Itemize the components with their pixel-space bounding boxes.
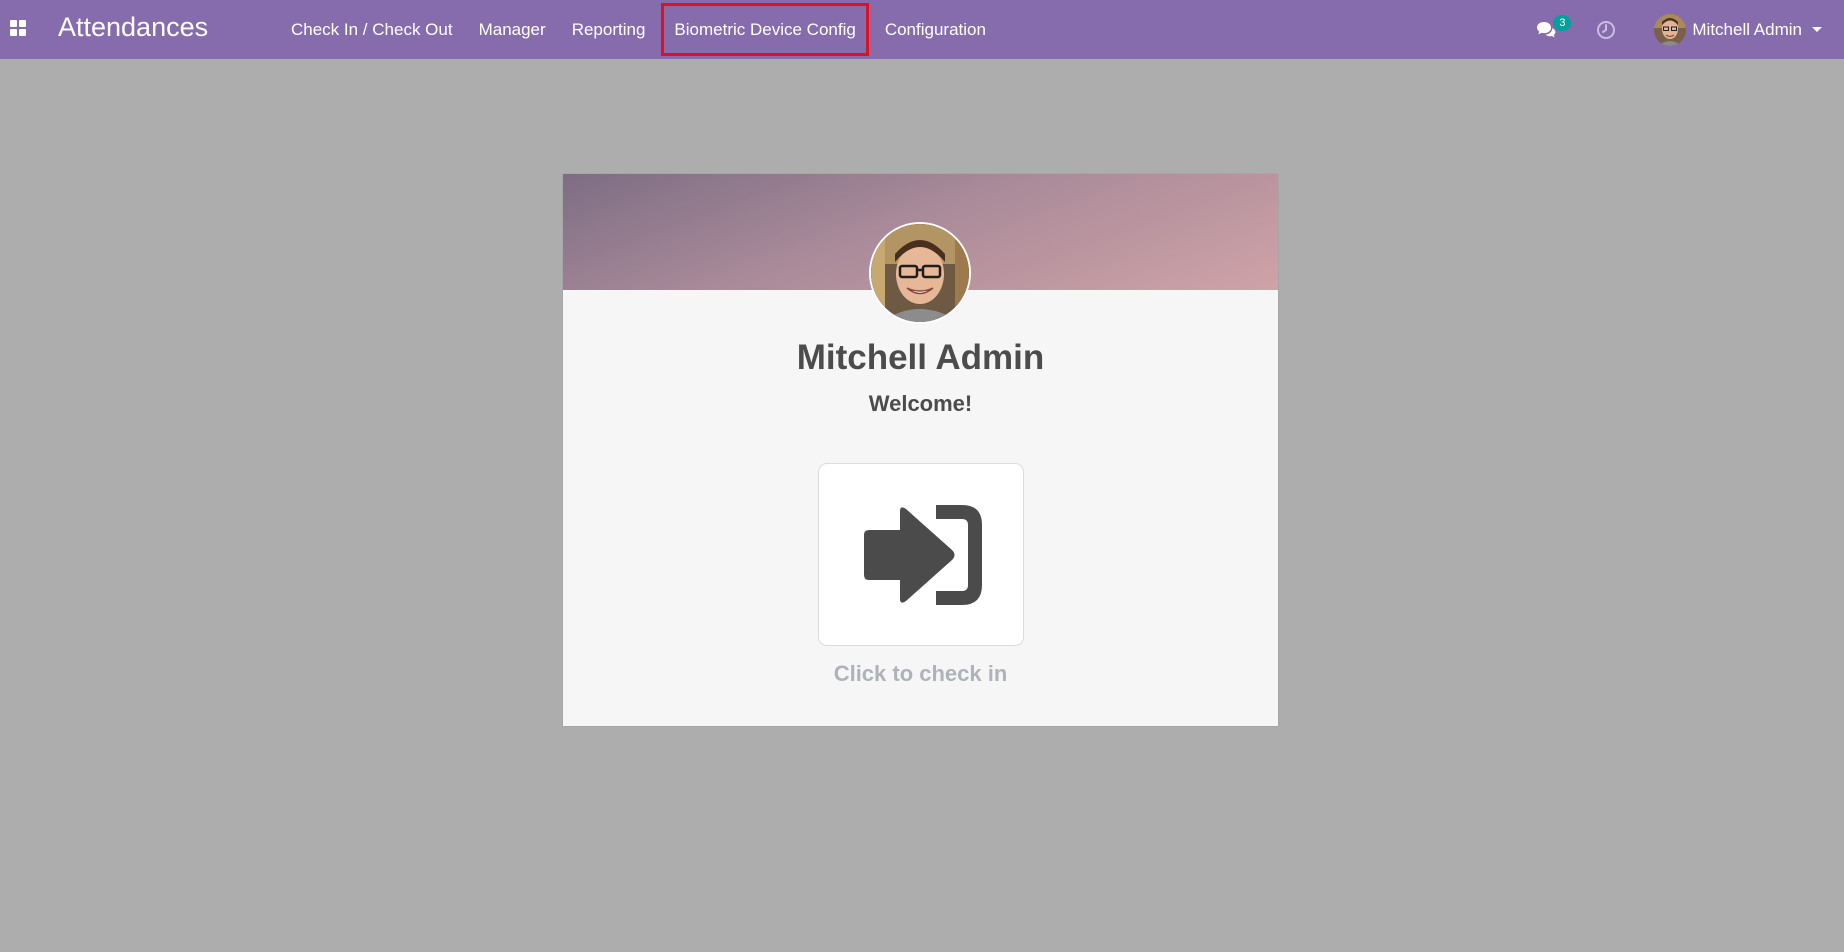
chevron-down-icon [1812, 27, 1822, 32]
main-menu: Check In / Check Out Manager Reporting B… [278, 0, 999, 59]
menu-item-biometric-device-config[interactable]: Biometric Device Config [658, 0, 871, 59]
menu-item-check-in-check-out[interactable]: Check In / Check Out [278, 0, 466, 59]
menu-item-manager[interactable]: Manager [466, 0, 559, 59]
app-title[interactable]: Attendances [58, 12, 208, 43]
user-menu[interactable]: Mitchell Admin [1654, 13, 1822, 46]
check-in-label[interactable]: Click to check in [563, 661, 1278, 687]
check-in-button[interactable] [818, 463, 1024, 646]
clock-icon[interactable] [1596, 20, 1616, 40]
navbar-systray: 3 Mitchell Admin [1536, 0, 1844, 59]
employee-avatar [869, 222, 971, 324]
user-name: Mitchell Admin [1692, 19, 1802, 39]
welcome-message: Welcome! [868, 391, 973, 416]
sign-in-icon [864, 504, 982, 605]
unread-message-badge: 3 [1553, 14, 1572, 31]
messaging-menu[interactable]: 3 [1536, 14, 1572, 43]
top-navbar: Attendances Check In / Check Out Manager… [0, 0, 1844, 59]
employee-name: Mitchell Admin [796, 338, 1045, 377]
menu-item-reporting[interactable]: Reporting [559, 0, 659, 59]
menu-item-configuration[interactable]: Configuration [872, 0, 999, 59]
user-avatar [1654, 13, 1687, 46]
attendance-card: Mitchell Admin Welcome! Click to check i… [563, 174, 1278, 726]
apps-menu-icon[interactable] [10, 20, 26, 36]
